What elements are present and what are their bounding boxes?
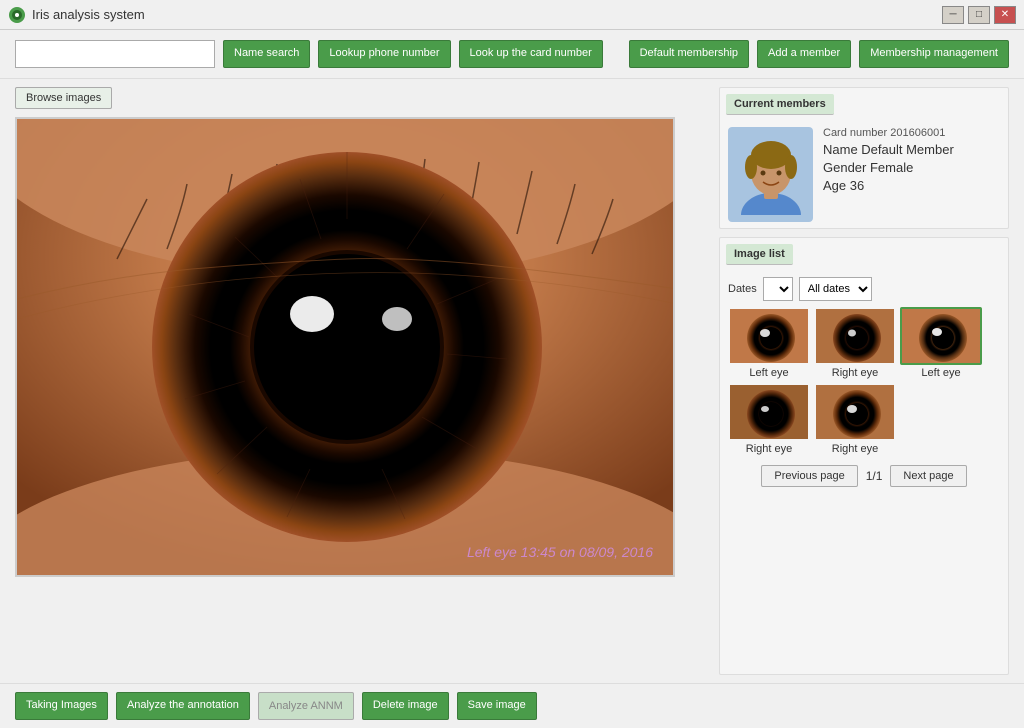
thumb-label-3: Left eye xyxy=(921,367,960,379)
toolbar: Name search Lookup phone number Look up … xyxy=(0,30,1024,79)
dates-row: Dates All dates xyxy=(720,271,1008,307)
thumbnail-row-2: Right eye xyxy=(728,383,1000,455)
thumb-eye-svg-5 xyxy=(816,385,896,441)
main-window: Name search Lookup phone number Look up … xyxy=(0,30,1024,728)
pagination: Previous page 1/1 Next page xyxy=(720,459,1008,493)
thumb-eye-svg-1 xyxy=(730,309,810,365)
add-member-button[interactable]: Add a member xyxy=(757,40,851,68)
thumbnail-item-5[interactable]: Right eye xyxy=(814,383,896,455)
avatar xyxy=(728,127,813,222)
thumb-image-4[interactable] xyxy=(728,383,810,441)
eye-image-container: Left eye 13:45 on 08/09, 2016 xyxy=(15,117,675,577)
thumb-label-1: Left eye xyxy=(749,367,788,379)
right-toolbar-buttons: Default membership Add a member Membersh… xyxy=(629,40,1009,68)
all-dates-dropdown[interactable]: All dates xyxy=(799,277,872,301)
member-gender: Gender Female xyxy=(823,160,1000,175)
member-section: Current members xyxy=(719,87,1009,229)
browse-images-button[interactable]: Browse images xyxy=(15,87,112,109)
dates-dropdown[interactable] xyxy=(763,277,793,301)
taking-images-button[interactable]: Taking Images xyxy=(15,692,108,720)
member-details: Card number 201606001 Name Default Membe… xyxy=(823,127,1000,193)
current-members-label: Current members xyxy=(726,94,834,115)
delete-image-button[interactable]: Delete image xyxy=(362,692,449,720)
page-info: 1/1 xyxy=(866,469,883,483)
close-button[interactable]: ✕ xyxy=(994,6,1016,24)
title-bar: Iris analysis system ─ □ ✕ xyxy=(0,0,1024,30)
minimize-button[interactable]: ─ xyxy=(942,6,964,24)
card-number: Card number 201606001 xyxy=(823,127,1000,139)
thumb-label-2: Right eye xyxy=(832,367,878,379)
bottom-toolbar: Taking Images Analyze the annotation Ana… xyxy=(0,683,1024,728)
window-title: Iris analysis system xyxy=(32,7,145,22)
image-list-label: Image list xyxy=(726,244,793,265)
thumbnail-item-2[interactable]: Right eye xyxy=(814,307,896,379)
window-controls[interactable]: ─ □ ✕ xyxy=(942,6,1016,24)
thumb-label-5: Right eye xyxy=(832,443,878,455)
thumbnail-item-3[interactable]: Left eye xyxy=(900,307,982,379)
name-search-button[interactable]: Name search xyxy=(223,40,310,68)
member-info: Card number 201606001 Name Default Membe… xyxy=(720,121,1008,228)
eye-image: Left eye 13:45 on 08/09, 2016 xyxy=(17,119,673,575)
dates-label: Dates xyxy=(728,283,757,295)
thumb-image-5[interactable] xyxy=(814,383,896,441)
next-page-button[interactable]: Next page xyxy=(890,465,966,487)
right-panel: Current members xyxy=(719,87,1009,675)
thumb-eye-svg-4 xyxy=(730,385,810,441)
thumb-eye-svg-3 xyxy=(902,309,982,365)
member-age: Age 36 xyxy=(823,178,1000,193)
lookup-phone-button[interactable]: Lookup phone number xyxy=(318,40,450,68)
search-input[interactable] xyxy=(15,40,215,68)
previous-page-button[interactable]: Previous page xyxy=(761,465,857,487)
analyze-annm-button: Analyze ANNM xyxy=(258,692,354,720)
thumb-eye-svg-2 xyxy=(816,309,896,365)
eye-svg xyxy=(17,119,673,575)
avatar-svg xyxy=(736,135,806,215)
title-bar-left: Iris analysis system xyxy=(8,6,145,24)
image-list-section: Image list Dates All dates xyxy=(719,237,1009,675)
thumbnail-row-1: Left eye xyxy=(728,307,1000,379)
membership-management-button[interactable]: Membership management xyxy=(859,40,1009,68)
app-icon xyxy=(8,6,26,24)
thumb-label-4: Right eye xyxy=(746,443,792,455)
analyze-button[interactable]: Analyze the annotation xyxy=(116,692,250,720)
save-image-button[interactable]: Save image xyxy=(457,692,537,720)
left-panel: Browse images xyxy=(15,87,709,675)
content-area: Browse images xyxy=(0,79,1024,683)
thumb-image-1[interactable] xyxy=(728,307,810,365)
thumb-image-2[interactable] xyxy=(814,307,896,365)
maximize-button[interactable]: □ xyxy=(968,6,990,24)
thumbnail-item-4[interactable]: Right eye xyxy=(728,383,810,455)
thumbnail-area: Left eye xyxy=(720,307,1008,459)
lookup-card-button[interactable]: Look up the card number xyxy=(459,40,603,68)
thumb-image-3[interactable] xyxy=(900,307,982,365)
image-label: Left eye 13:45 on 08/09, 2016 xyxy=(467,544,653,560)
member-name: Name Default Member xyxy=(823,142,1000,157)
default-membership-button[interactable]: Default membership xyxy=(629,40,749,68)
thumbnail-item-1[interactable]: Left eye xyxy=(728,307,810,379)
